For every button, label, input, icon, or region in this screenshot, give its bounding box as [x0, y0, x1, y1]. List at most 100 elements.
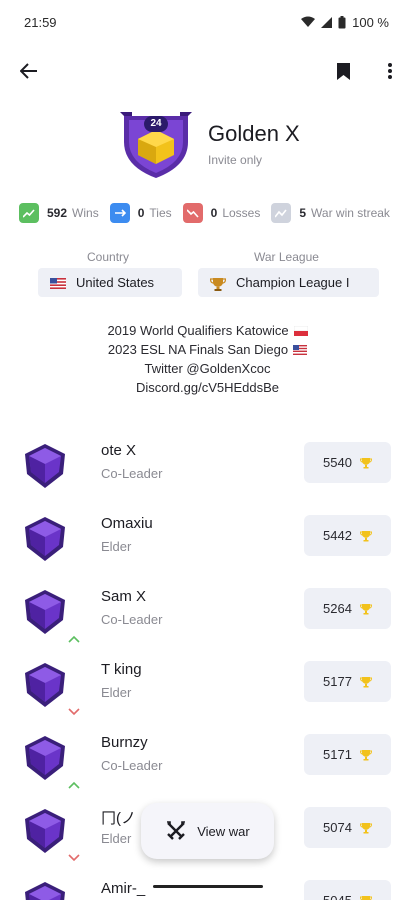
league-shield-icon — [22, 661, 68, 709]
streak-icon — [271, 203, 292, 223]
league-shield-icon — [22, 442, 68, 490]
member-role: Elder — [101, 685, 132, 700]
trophy-count[interactable]: 5177 — [304, 661, 391, 702]
country-chip[interactable]: United States — [38, 268, 182, 297]
status-time: 21:59 — [24, 14, 57, 30]
trend-up-icon — [68, 776, 80, 789]
losses-label: Losses — [222, 206, 261, 220]
trophy-icon — [359, 895, 372, 900]
view-war-button[interactable]: View war — [141, 803, 274, 859]
clan-type: Invite only — [208, 153, 263, 167]
status-bar: 21:59 100 % — [0, 0, 415, 44]
member-name: Sam X — [101, 588, 147, 605]
war-stats: 592 Wins 0 Ties 0 Losses 5 War win strea… — [19, 203, 409, 223]
trend-down-icon — [68, 849, 80, 862]
league-trophy-icon — [209, 277, 227, 291]
more-options-button[interactable] — [373, 54, 407, 88]
more-vert-icon — [388, 63, 392, 79]
member-row[interactable]: Sam X Co-Leader 5264 — [0, 576, 415, 643]
ties-count: 0 — [137, 206, 145, 220]
member-role: Elder — [101, 831, 132, 846]
clan-description: 2019 World Qualifiers Katowice 2023 ESL … — [0, 321, 415, 397]
trend-up-icon — [68, 630, 80, 643]
stat-streak: 5 War win streak — [271, 203, 390, 223]
trophy-count[interactable]: 5442 — [304, 515, 391, 556]
trending-down-icon — [182, 203, 203, 223]
country-value: United States — [76, 275, 155, 290]
trophy-count[interactable]: 5264 — [304, 588, 391, 629]
crossed-swords-icon — [167, 821, 186, 840]
league-shield-icon — [22, 734, 68, 782]
clan-level: 24 — [144, 116, 168, 132]
member-role: Co-Leader — [101, 612, 163, 627]
member-row[interactable]: Omaxiu Elder 5442 — [0, 503, 415, 569]
cellular-icon — [321, 16, 333, 28]
trophy-icon — [359, 822, 372, 833]
member-row[interactable]: Burnzy Co-Leader 5171 — [0, 722, 415, 789]
trend-icon — [68, 484, 80, 492]
war-league-value: Champion League I — [236, 275, 350, 290]
battery-icon — [338, 15, 346, 28]
wins-count: 592 — [47, 206, 68, 220]
losses-count: 0 — [210, 206, 218, 220]
bookmark-button[interactable] — [326, 54, 360, 88]
status-icons: 100 % — [301, 15, 389, 30]
back-button[interactable] — [12, 54, 46, 88]
description-line-1: 2019 World Qualifiers Katowice — [0, 321, 415, 340]
stat-wins: 592 Wins — [19, 203, 99, 223]
streak-label: War win streak — [311, 206, 390, 220]
wins-label: Wins — [72, 206, 99, 220]
member-name: ote X — [101, 442, 137, 459]
description-line-4: Discord.gg/cV5HEddsBe — [135, 380, 280, 395]
poland-flag-icon — [293, 325, 308, 336]
member-name: 冂(ノ — [101, 810, 136, 827]
us-flag-icon — [293, 344, 308, 355]
description-line-2: 2023 ESL NA Finals San Diego — [0, 340, 415, 359]
clan-header: 24 Golden X Invite only — [118, 108, 300, 180]
trophy-icon — [359, 457, 372, 468]
member-row[interactable]: T king Elder 5177 — [0, 649, 415, 716]
bookmark-icon — [336, 62, 350, 80]
battery-level: 100 % — [352, 14, 389, 30]
arrow-back-icon — [20, 63, 37, 79]
trophy-icon — [359, 530, 372, 541]
country-label: Country — [87, 250, 130, 264]
member-row[interactable]: ote X Co-Leader 5540 — [0, 430, 415, 496]
clan-name: Golden X — [208, 121, 300, 146]
league-shield-icon — [22, 807, 68, 855]
member-role: Co-Leader — [101, 466, 163, 481]
stat-ties: 0 Ties — [109, 203, 172, 223]
arrows-horizontal-icon — [109, 203, 130, 223]
view-war-label: View war — [197, 823, 250, 839]
us-flag-icon — [50, 277, 66, 289]
member-role: Co-Leader — [101, 758, 163, 773]
trophy-count[interactable]: 5074 — [304, 807, 391, 848]
stat-losses: 0 Losses — [182, 203, 261, 223]
league-shield-icon — [22, 880, 68, 900]
clan-badge: 24 — [118, 108, 194, 180]
war-league-chip[interactable]: Champion League I — [198, 268, 379, 297]
war-league-label: War League — [254, 250, 319, 264]
league-shield-icon — [22, 588, 68, 636]
trophy-count[interactable]: 5045 — [304, 880, 391, 900]
member-row[interactable]: Amir-_ 5045 — [0, 868, 415, 900]
member-role: Elder — [101, 539, 132, 554]
trend-down-icon — [68, 703, 80, 716]
league-shield-icon — [22, 515, 68, 563]
ties-label: Ties — [149, 206, 172, 220]
member-name: Burnzy — [101, 734, 148, 751]
member-name: T king — [101, 661, 142, 678]
member-name: Omaxiu — [101, 515, 153, 532]
trending-up-icon — [19, 203, 39, 223]
home-indicator[interactable] — [153, 885, 263, 888]
clan-title: Golden X Invite only — [208, 121, 300, 167]
trophy-icon — [359, 749, 372, 760]
wifi-icon — [301, 16, 316, 27]
trophy-count[interactable]: 5171 — [304, 734, 391, 775]
trophy-count[interactable]: 5540 — [304, 442, 391, 483]
app-bar — [0, 48, 415, 94]
streak-count: 5 — [299, 206, 307, 220]
trophy-icon — [359, 676, 372, 687]
trophy-icon — [359, 603, 372, 614]
trend-icon — [68, 557, 80, 565]
